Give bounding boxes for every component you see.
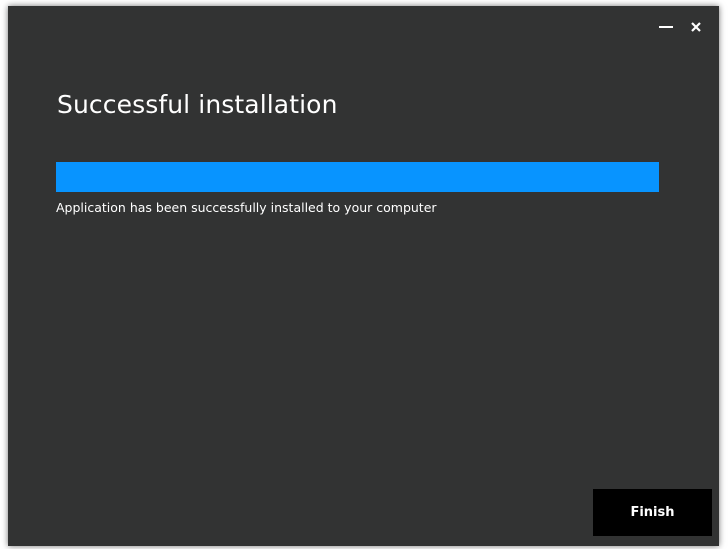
page-title: Successful installation — [57, 90, 338, 119]
progress-bar — [56, 162, 659, 192]
close-button[interactable] — [681, 16, 711, 38]
close-icon — [691, 22, 701, 32]
finish-button[interactable]: Finish — [593, 489, 712, 536]
status-message: Application has been successfully instal… — [56, 200, 437, 215]
installer-window: Successful installation Application has … — [8, 6, 719, 546]
progress-fill — [56, 162, 659, 192]
minimize-button[interactable] — [651, 16, 681, 38]
window-controls — [651, 16, 711, 38]
minimize-icon — [659, 26, 673, 28]
